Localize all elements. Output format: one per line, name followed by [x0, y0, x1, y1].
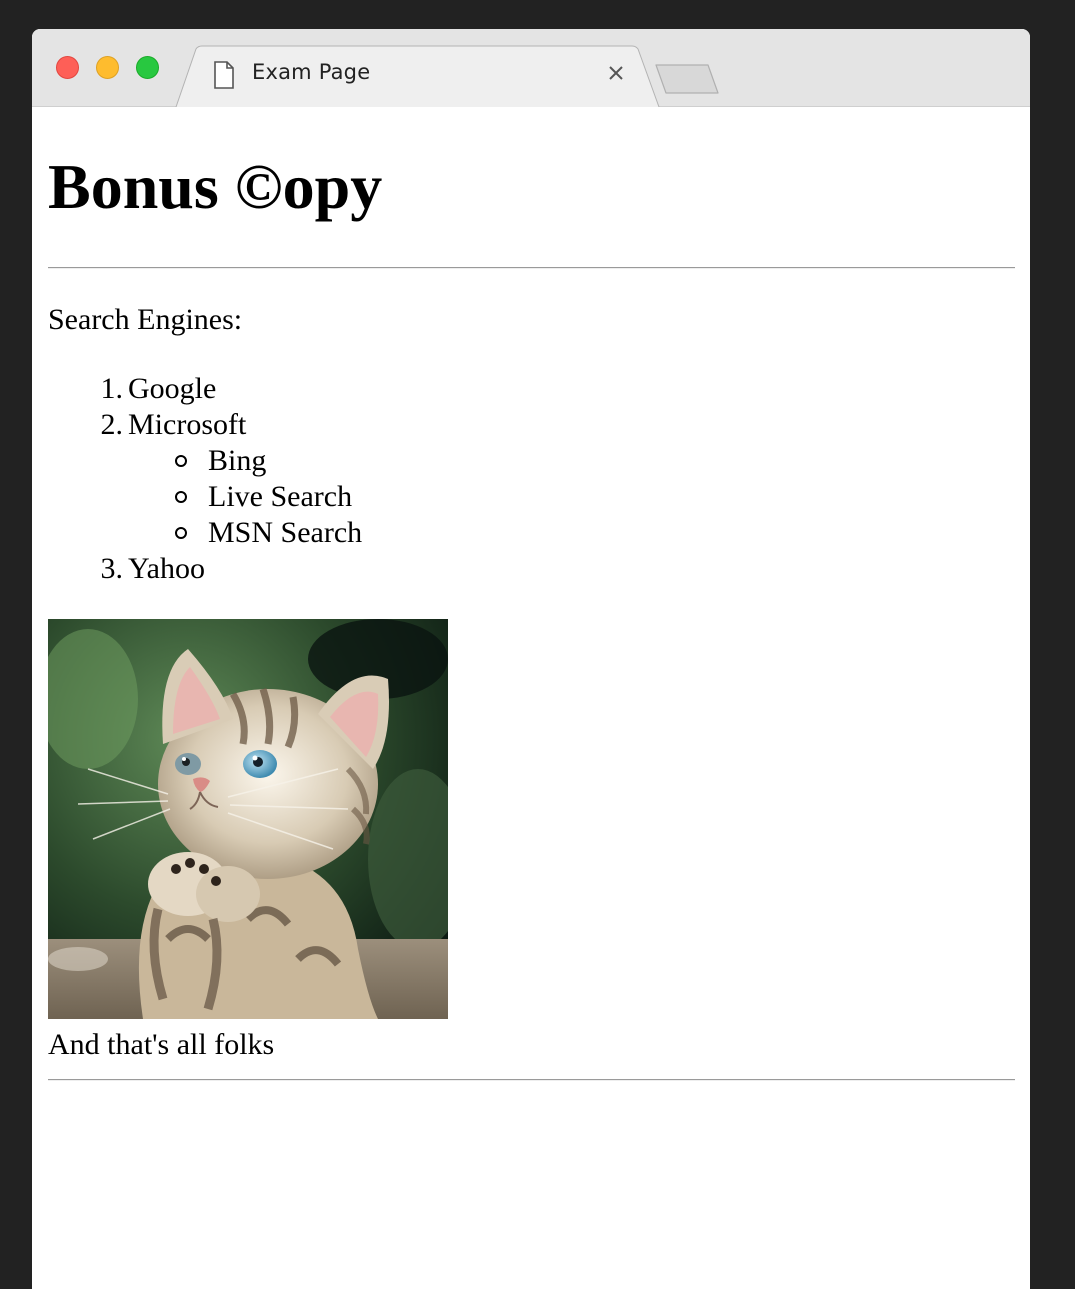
sub-list-item-label: Bing	[208, 444, 267, 477]
horizontal-rule	[48, 267, 1015, 269]
window-maximize-button[interactable]	[136, 56, 159, 79]
list-item-label: Yahoo	[128, 552, 205, 585]
browser-window: Exam Page Bonus ©opy Search Engines: 1. …	[32, 29, 1030, 1289]
browser-titlebar: Exam Page	[32, 29, 1030, 107]
window-close-button[interactable]	[56, 56, 79, 79]
window-minimize-button[interactable]	[96, 56, 119, 79]
tab-shape	[175, 45, 660, 107]
kitten-image	[48, 619, 448, 1019]
list-number: 1.	[100, 372, 124, 405]
list-item-label: Microsoft	[128, 408, 247, 441]
circle-bullet-icon	[175, 455, 187, 467]
browser-tab[interactable]: Exam Page	[175, 45, 660, 107]
intro-text: Search Engines:	[48, 303, 243, 336]
page-title: Bonus ©opy	[48, 151, 383, 222]
sub-list-item-label: MSN Search	[208, 516, 363, 549]
closing-text: And that's all folks	[48, 1028, 275, 1061]
circle-bullet-icon	[175, 491, 187, 503]
list-item-label: Google	[128, 372, 217, 405]
sub-list-item-label: Live Search	[208, 480, 353, 513]
list-number: 2.	[100, 408, 124, 441]
circle-bullet-icon	[175, 527, 187, 539]
document-icon	[214, 61, 234, 89]
horizontal-rule	[48, 1079, 1015, 1081]
list-number: 3.	[100, 552, 124, 585]
new-tab-button[interactable]	[652, 63, 720, 95]
close-tab-icon[interactable]	[604, 61, 628, 85]
tab-title: Exam Page	[252, 60, 371, 84]
